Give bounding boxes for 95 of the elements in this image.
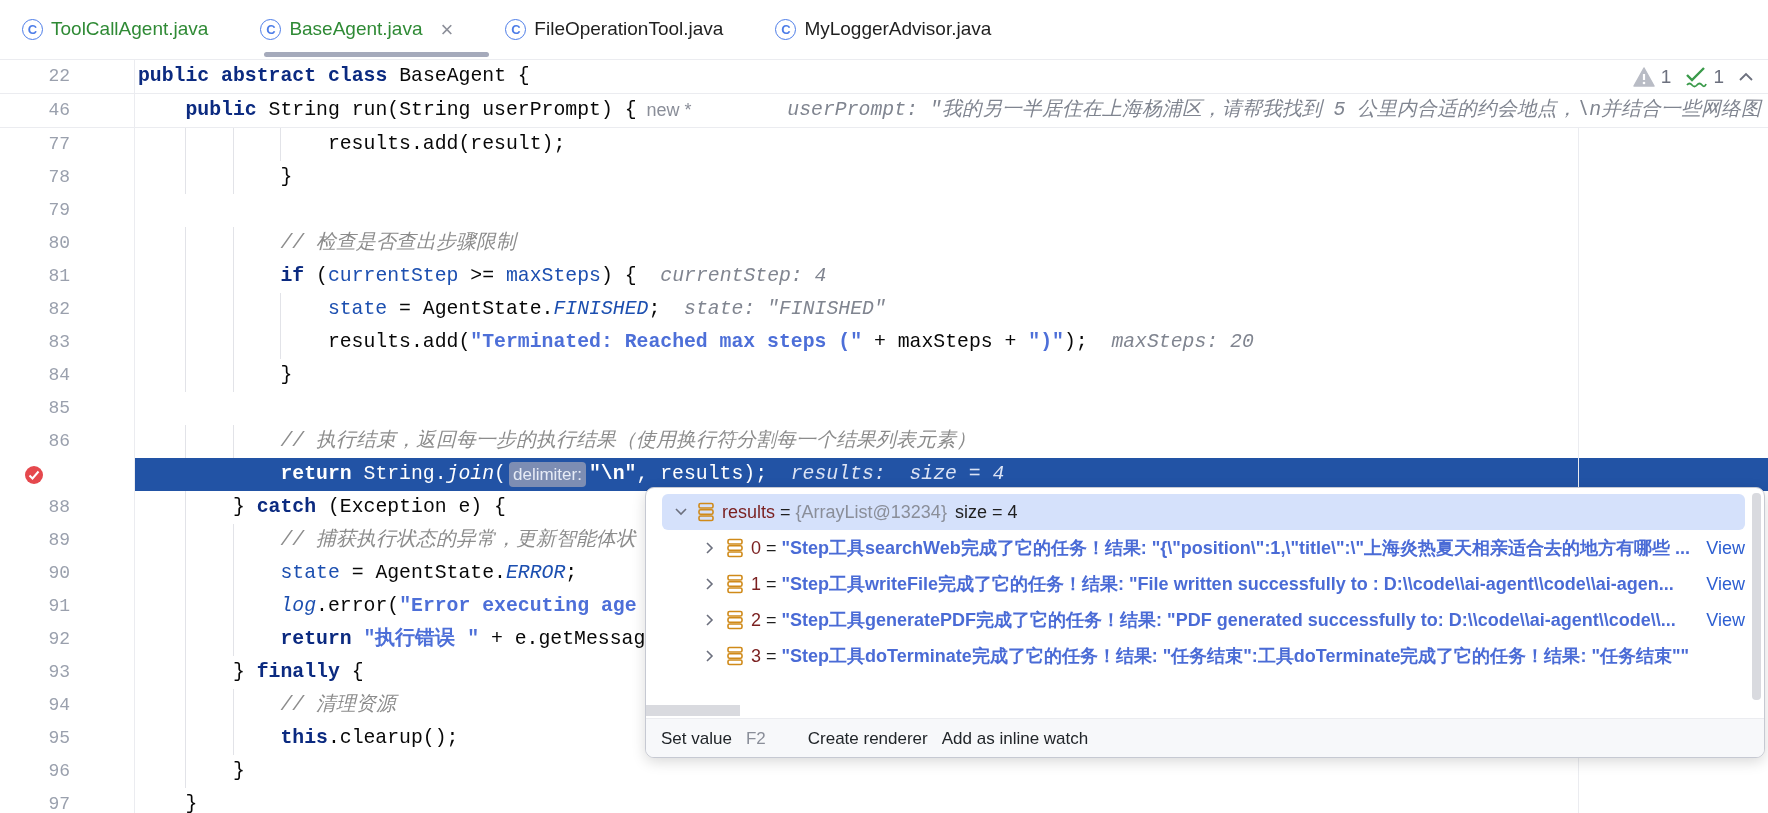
line-number: 88	[47, 496, 70, 519]
chevron-up-icon[interactable]	[1738, 71, 1754, 83]
code-text: // 捕获执行状态的异常，更新智能体状	[280, 527, 637, 553]
line-number: 97	[47, 793, 70, 813]
line-number: 93	[47, 661, 70, 684]
line-number: 22	[47, 65, 70, 88]
line-number: 90	[47, 562, 70, 585]
equals-sign: =	[766, 536, 777, 560]
line-number: 94	[47, 694, 70, 717]
size-label: size = 4	[954, 500, 1018, 524]
code-text: results.add(result);	[327, 131, 566, 157]
line-number: 89	[47, 529, 70, 552]
item-value: "Step工具writeFile完成了它的任务！结果: "File written successfully to : D:\\code\\ai-agent\\code\\ai-agen...	[781, 572, 1674, 596]
list-icon	[727, 646, 743, 666]
tree-row[interactable]: 3 = "Step工具doTerminate完成了它的任务！结果: "任务结束":工具doTerminate完成了它的任务！结果: "任务结束""	[662, 638, 1745, 674]
item-index: 1	[751, 572, 761, 596]
line-number: 91	[47, 595, 70, 618]
tree-row[interactable]: results = {ArrayList@13234} size = 4	[662, 494, 1745, 530]
tree-row[interactable]: 2 = "Step工具generatePDF完成了它的任务！结果: "PDF generated successfully to: D:\\code\\ai-agent\\code\\... View	[662, 602, 1745, 638]
inline-value-hint: state: "FINISHED"	[684, 296, 886, 322]
code-text: log.error("Error executing age	[280, 593, 637, 619]
line-number: 81	[47, 265, 70, 288]
code-text: } catch (Exception e) {	[232, 494, 506, 520]
typo-count: 1	[1713, 64, 1724, 89]
list-icon	[727, 538, 743, 558]
item-index: 3	[751, 644, 761, 668]
parameter-hint: delimiter:	[508, 461, 586, 488]
item-value: "Step工具searchWeb完成了它的任务！结果: "{\"position\":1,\"title\":\"上海炎热夏天相亲适合去的地方有哪些 ...	[781, 536, 1690, 560]
code-text: return String.join(	[280, 461, 506, 487]
item-value: "Step工具doTerminate完成了它的任务！结果: "任务结束":工具doTerminate完成了它的任务！结果: "任务结束""	[781, 644, 1690, 668]
code-text: }	[280, 362, 293, 388]
code-text: return "执行错误 " + e.getMessag	[280, 626, 646, 652]
code-text: }	[232, 758, 245, 784]
code-text: // 执行结束，返回每一步的执行结果（使用换行符分割每一个结果列表元素）	[280, 428, 977, 454]
tree-row[interactable]: 1 = "Step工具writeFile完成了它的任务！结果: "File written successfully to : D:\\code\\ai-agent\\code\\ai-agen... View	[662, 566, 1745, 602]
line-number: 46	[47, 99, 70, 122]
tree-row[interactable]: 0 = "Step工具searchWeb完成了它的任务！结果: "{\"position\":1,\"title\":\"上海炎热夏天相亲适合去的地方有哪些 ... View	[662, 530, 1745, 566]
author-hint: new *	[646, 99, 692, 122]
line-number: 96	[47, 760, 70, 783]
type-label: {ArrayList@13234}	[795, 500, 947, 524]
list-icon	[727, 610, 743, 630]
action-link[interactable]: Create renderer	[807, 725, 928, 752]
line-number: 86	[47, 430, 70, 453]
line-number: 80	[47, 232, 70, 255]
item-value: "Step工具generatePDF完成了它的任务！结果: "PDF generated successfully to: D:\\code\\ai-agent\\code\\...	[781, 608, 1676, 632]
code-text: if (currentStep >= maxSteps) {	[280, 263, 637, 289]
view-link[interactable]: View	[1706, 570, 1745, 598]
equals-sign: =	[766, 608, 777, 632]
code-text: // 清理资源	[280, 692, 397, 718]
breakpoint-icon[interactable]	[24, 464, 44, 485]
editor-tab[interactable]: C ToolCallAgent.java	[10, 0, 249, 59]
equals-sign: =	[766, 644, 777, 668]
code-text: state = AgentState.ERROR;	[280, 560, 578, 586]
equals-sign: =	[766, 572, 777, 596]
line-number: 83	[47, 331, 70, 354]
code-text: }	[280, 164, 293, 190]
line-number: 77	[47, 133, 70, 156]
item-index: 0	[751, 536, 761, 560]
action-link[interactable]: Add as inline watch	[941, 725, 1089, 752]
scrollbar-thumb[interactable]	[1752, 493, 1761, 700]
list-icon	[727, 574, 743, 594]
item-index: 2	[751, 608, 761, 632]
line-number: 82	[47, 298, 70, 321]
line-number: 84	[47, 364, 70, 387]
inline-value-hint: results: size = 4	[790, 461, 1005, 487]
action-link[interactable]: Set value	[661, 725, 732, 752]
scrollbar-thumb[interactable]	[646, 705, 740, 716]
code-text: state = AgentState.FINISHED;	[327, 296, 661, 322]
view-link[interactable]: View	[1706, 606, 1745, 634]
code-text: results.add("Terminated: Reached max steps (" + maxSteps + ")");	[327, 329, 1088, 355]
code-text: // 检查是否查出步骤限制	[280, 230, 517, 256]
inline-value-hint: maxSteps: 20	[1111, 329, 1254, 355]
line-number: 92	[47, 628, 70, 651]
warning-count: 1	[1660, 64, 1672, 89]
line-number: 95	[47, 727, 70, 750]
line-number: 79	[47, 199, 70, 222]
code-text: public abstract class BaseAgent {	[138, 63, 530, 89]
code-text: public String run(String userPrompt) {	[185, 97, 637, 123]
inline-value-hint: userPrompt: "我的另一半居住在上海杨浦区，请帮我找到 5 公里内合适的约会地点，\n并结合一些网络图	[787, 97, 1762, 123]
equals-sign: =	[780, 500, 791, 524]
line-number: 85	[47, 397, 70, 420]
view-link[interactable]: View	[1706, 534, 1745, 562]
inline-value-hint: currentStep: 4	[660, 263, 827, 289]
code-text: } finally {	[232, 659, 364, 685]
check-icon	[1685, 66, 1708, 88]
variable-name: results	[722, 500, 775, 524]
code-text: }	[185, 791, 198, 813]
editor-tab[interactable]: C FileOperationTool.java	[493, 0, 764, 59]
editor-tab[interactable]: C BaseAgent.java ×	[248, 0, 494, 59]
code-text: "\n", results);	[588, 461, 767, 487]
code-text: this.clearup();	[280, 725, 459, 751]
line-number: 78	[47, 166, 70, 189]
editor-tab[interactable]: C MyLoggerAdvisor.java	[763, 0, 1032, 59]
list-icon	[698, 502, 714, 522]
shortcut-label: F2	[745, 727, 766, 750]
